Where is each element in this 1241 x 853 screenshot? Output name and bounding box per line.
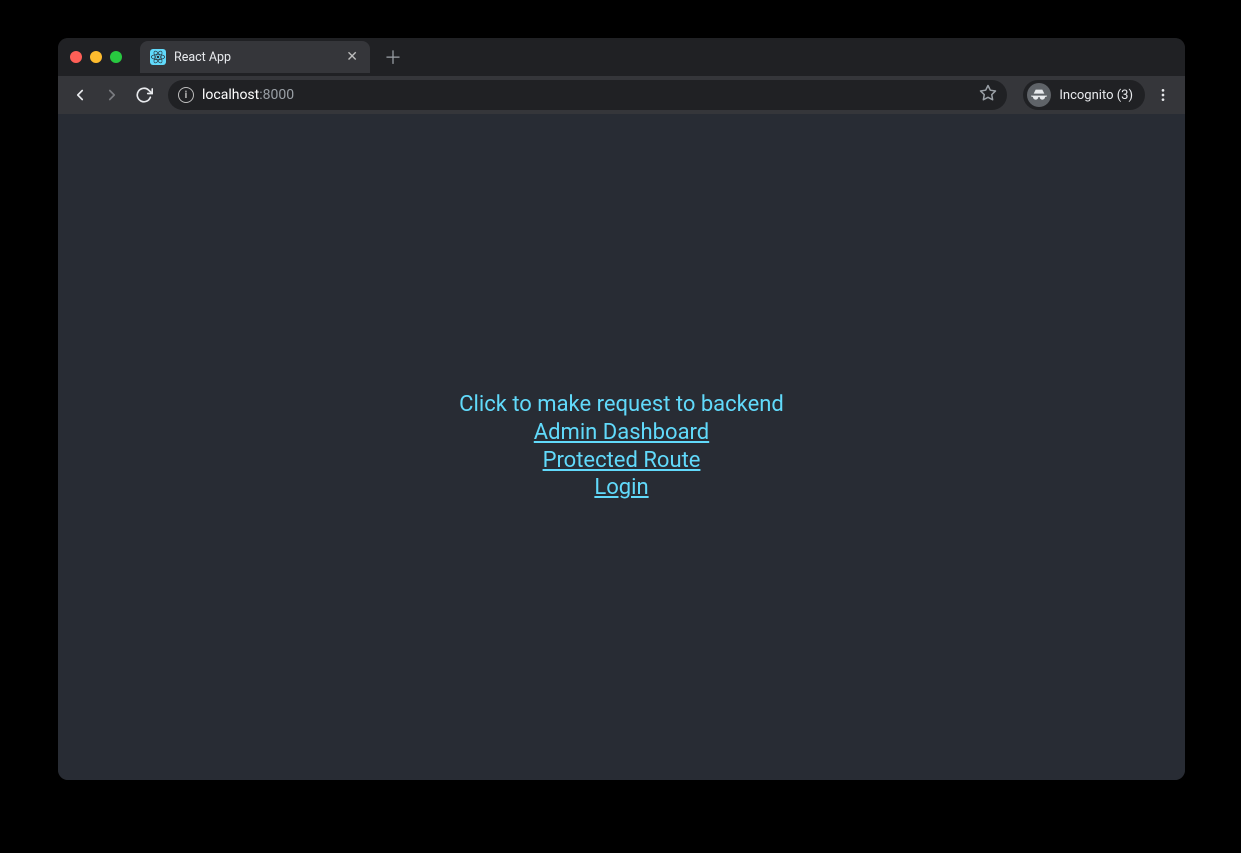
page-content: Click to make request to backend Admin D…: [58, 114, 1185, 780]
url-text: localhost:8000: [202, 87, 294, 103]
protected-route-link[interactable]: Protected Route: [543, 447, 701, 475]
site-info-icon[interactable]: i: [178, 87, 194, 103]
incognito-icon: [1027, 83, 1051, 107]
react-favicon-icon: [150, 49, 166, 65]
bookmark-star-icon[interactable]: [979, 84, 997, 106]
admin-dashboard-link[interactable]: Admin Dashboard: [534, 419, 709, 447]
incognito-indicator[interactable]: Incognito (3): [1023, 80, 1145, 110]
menu-button[interactable]: [1149, 81, 1177, 109]
tab-title: React App: [174, 50, 336, 65]
incognito-label: Incognito (3): [1059, 88, 1133, 103]
window-controls: [70, 51, 122, 63]
window-fullscreen-button[interactable]: [110, 51, 122, 63]
new-tab-button[interactable]: ＋: [384, 44, 402, 70]
titlebar: React App ✕ ＋: [58, 38, 1185, 76]
browser-tab[interactable]: React App ✕: [140, 41, 370, 73]
window-minimize-button[interactable]: [90, 51, 102, 63]
browser-toolbar: i localhost:8000 Incognito (3): [58, 76, 1185, 114]
url-host: localhost: [202, 87, 259, 103]
tab-close-button[interactable]: ✕: [344, 49, 360, 65]
page-heading: Click to make request to backend: [459, 392, 784, 417]
forward-button[interactable]: [98, 81, 126, 109]
address-bar[interactable]: i localhost:8000: [168, 80, 1007, 110]
back-button[interactable]: [66, 81, 94, 109]
browser-window: React App ✕ ＋ i localhost:8000: [58, 38, 1185, 780]
window-close-button[interactable]: [70, 51, 82, 63]
reload-button[interactable]: [130, 81, 158, 109]
login-link[interactable]: Login: [594, 474, 648, 502]
url-rest: :8000: [259, 87, 294, 103]
tab-strip: React App ✕ ＋: [140, 41, 402, 73]
